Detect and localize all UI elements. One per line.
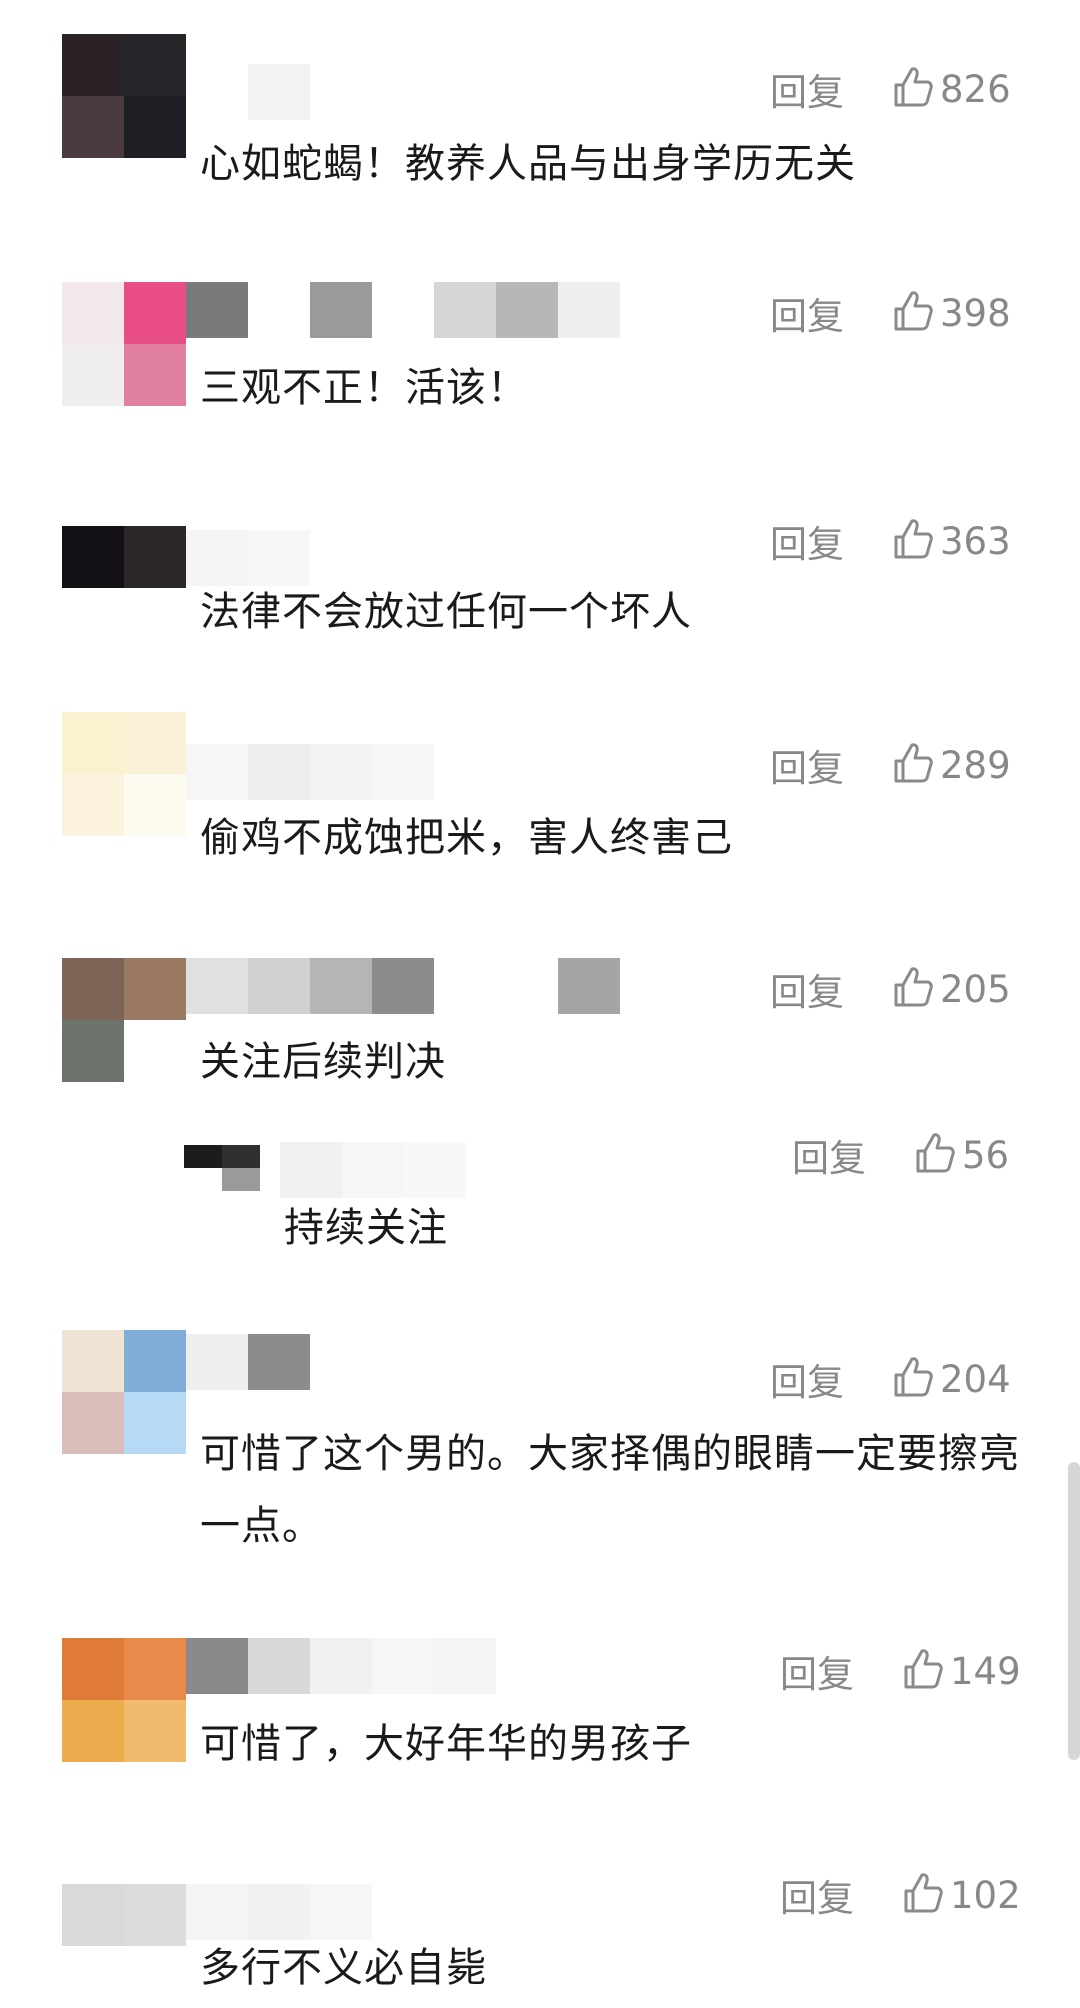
comment-text: 三观不正！活该！: [200, 365, 528, 411]
like-button[interactable]: 205: [888, 963, 1011, 1015]
avatar[interactable]: [62, 712, 186, 836]
username-blurred[interactable]: [186, 744, 434, 800]
like-button[interactable]: 289: [888, 739, 1011, 791]
thumbs-up-icon: [888, 515, 940, 567]
avatar[interactable]: [62, 1884, 186, 2008]
like-count: 289: [940, 743, 1011, 787]
like-button[interactable]: 398: [888, 287, 1011, 339]
reply-button[interactable]: 回复: [792, 1128, 866, 1182]
comment-actions: 回复 205: [770, 962, 1011, 1016]
like-count: 363: [940, 519, 1011, 563]
comment-text: 可惜了，大好年华的男孩子: [200, 1721, 692, 1767]
avatar[interactable]: [62, 282, 186, 406]
thumbs-up-icon: [910, 1129, 962, 1181]
comment-actions: 回复 102: [780, 1868, 1021, 1922]
like-count: 56: [962, 1133, 1010, 1177]
avatar[interactable]: [62, 34, 186, 158]
comment-text: 持续关注: [284, 1205, 448, 1251]
username-blurred[interactable]: [186, 64, 372, 120]
username-blurred[interactable]: [280, 1142, 466, 1198]
like-button[interactable]: 826: [888, 63, 1011, 115]
avatar[interactable]: [62, 526, 186, 650]
avatar[interactable]: [62, 1638, 186, 1762]
reply-button[interactable]: 回复: [770, 962, 844, 1016]
comment-text: 心如蛇蝎！教养人品与出身学历无关: [200, 141, 856, 187]
comment-actions: 回复 826: [770, 62, 1011, 116]
thumbs-up-icon: [898, 1869, 950, 1921]
comment-actions: 回复 398: [770, 286, 1011, 340]
comment-actions: 回复 149: [780, 1644, 1021, 1698]
avatar[interactable]: [62, 958, 186, 1082]
reply-button[interactable]: 回复: [780, 1868, 854, 1922]
comment-text: 偷鸡不成蚀把米，害人终害己: [200, 815, 733, 861]
reply-button[interactable]: 回复: [770, 738, 844, 792]
like-count: 826: [940, 67, 1011, 111]
comment-text: 可惜了这个男的。大家择偶的眼睛一定要擦亮一点。: [200, 1431, 1020, 1549]
like-button[interactable]: 204: [888, 1353, 1011, 1405]
like-button[interactable]: 363: [888, 515, 1011, 567]
thumbs-up-icon: [888, 1353, 940, 1405]
username-blurred[interactable]: [186, 958, 620, 1014]
reply-button[interactable]: 回复: [770, 1352, 844, 1406]
like-count: 205: [940, 967, 1011, 1011]
comment-actions: 回复 204: [770, 1352, 1011, 1406]
reply-button[interactable]: 回复: [770, 286, 844, 340]
like-button[interactable]: 56: [910, 1129, 1009, 1181]
like-count: 398: [940, 291, 1011, 335]
avatar[interactable]: [62, 1330, 186, 1454]
comment-actions: 回复 56: [792, 1128, 1009, 1182]
thumbs-up-icon: [888, 63, 940, 115]
thumbs-up-icon: [898, 1645, 950, 1697]
comment-text: 关注后续判决: [200, 1039, 446, 1085]
thumbs-up-icon: [888, 739, 940, 791]
like-count: 102: [950, 1873, 1021, 1917]
comment-text: 多行不义必自毙: [200, 1945, 487, 1991]
scrollbar[interactable]: [1068, 1462, 1080, 1760]
username-blurred[interactable]: [186, 282, 620, 338]
like-button[interactable]: 102: [898, 1869, 1021, 1921]
comment-actions: 回复 363: [770, 514, 1011, 568]
like-button[interactable]: 149: [898, 1645, 1021, 1697]
comment-actions: 回复 289: [770, 738, 1011, 792]
reply-button[interactable]: 回复: [780, 1644, 854, 1698]
comment-text: 法律不会放过任何一个坏人: [200, 589, 692, 635]
like-count: 204: [940, 1357, 1011, 1401]
username-blurred[interactable]: [186, 1334, 310, 1390]
like-count: 149: [950, 1649, 1021, 1693]
avatar[interactable]: [184, 1145, 260, 1191]
username-blurred[interactable]: [186, 1638, 496, 1694]
thumbs-up-icon: [888, 287, 940, 339]
reply-button[interactable]: 回复: [770, 62, 844, 116]
reply-button[interactable]: 回复: [770, 514, 844, 568]
thumbs-up-icon: [888, 963, 940, 1015]
